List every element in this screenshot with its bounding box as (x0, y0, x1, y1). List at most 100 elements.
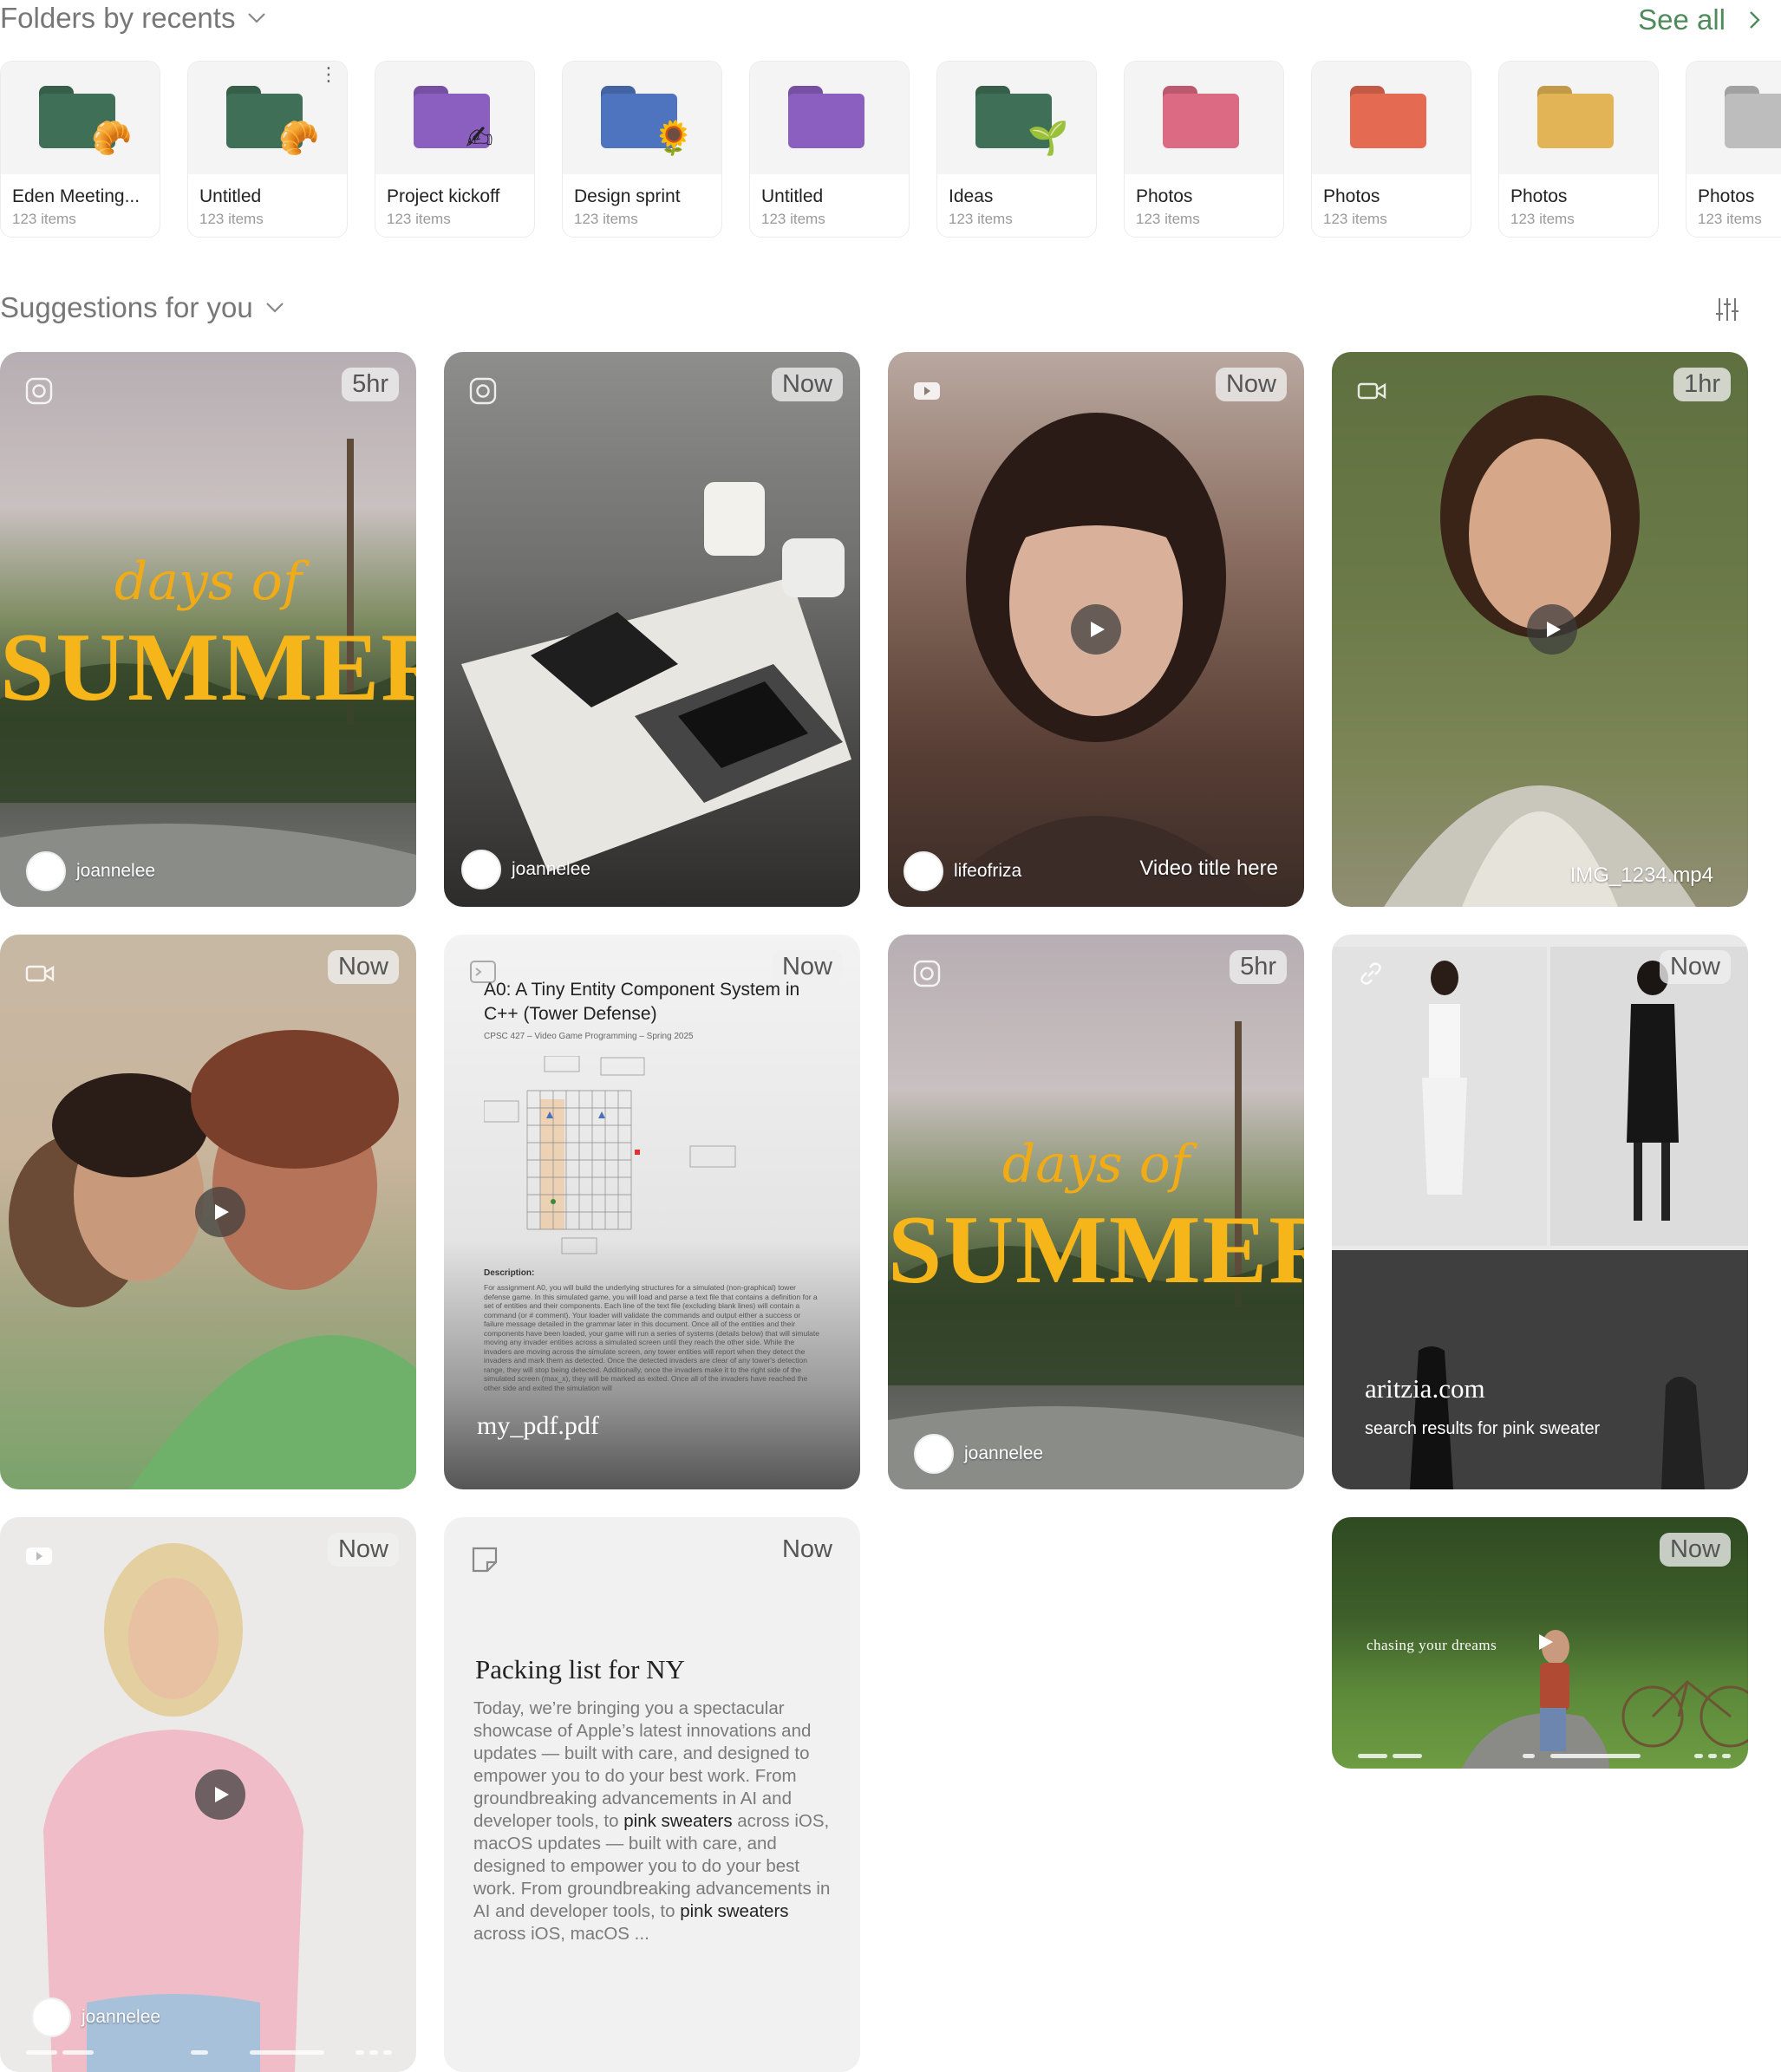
time-badge: 5hr (1230, 950, 1287, 984)
suggestion-card-video-portrait[interactable]: Now lifeofriza Video title here (888, 352, 1304, 907)
suggestion-card-web-link[interactable]: Now aritzia.com search results for pink … (1332, 935, 1748, 1489)
folder-item-count: 123 items (949, 211, 1013, 227)
folder-icon (788, 86, 864, 148)
play-button[interactable] (195, 1769, 245, 1820)
folder-thumbnail: 🥐 ⋮ (188, 62, 347, 174)
suggestions-title: Suggestions for you (0, 291, 253, 323)
user-row[interactable]: lifeofriza (904, 851, 1021, 891)
folder-name: Untitled (761, 186, 824, 206)
instagram-icon (469, 377, 497, 405)
play-button[interactable] (1527, 604, 1577, 655)
folders-header[interactable]: Folders by recents (0, 2, 268, 35)
folder-sticker-icon: ✍ (466, 121, 493, 157)
suggestion-card-video-landscape[interactable]: Now chasing your dreams (1332, 1517, 1748, 1769)
folder-card[interactable]: 🌱 Ideas 123 items (936, 61, 1097, 238)
filter-settings-icon[interactable] (1715, 296, 1739, 323)
note-icon (472, 1547, 498, 1573)
highlight-term: pink sweaters (623, 1811, 733, 1831)
carousel-indicator (26, 2050, 392, 2055)
avatar (914, 1434, 954, 1474)
time-badge: Now (1659, 1533, 1731, 1567)
pdf-subtitle: CPSC 427 – Video Game Programming – Spri… (484, 1032, 694, 1041)
play-button[interactable] (1071, 604, 1121, 655)
chevron-down-icon[interactable] (245, 7, 268, 29)
pdf-file-name: my_pdf.pdf (477, 1411, 599, 1440)
user-row[interactable]: joannelee (461, 850, 590, 889)
folder-card[interactable]: Photos 123 items (1498, 61, 1659, 238)
video-camera-icon (25, 965, 55, 982)
folder-name: Photos (1698, 186, 1755, 206)
instagram-icon (913, 960, 941, 987)
username: joannelee (964, 1443, 1044, 1463)
folder-item-count: 123 items (1136, 211, 1200, 227)
highlight-term: pink sweaters (680, 1901, 789, 1921)
suggestion-card-pdf[interactable]: Now A0: A Tiny Entity Component System i… (444, 935, 860, 1489)
user-row[interactable]: joannelee (26, 851, 155, 891)
folder-card[interactable]: Untitled 123 items (749, 61, 910, 238)
video-title: Video title here (1139, 857, 1278, 880)
summer-title-text: SUMMER (0, 614, 416, 721)
suggestion-card-summer[interactable]: 5hr days of SUMMER joannelee (0, 352, 416, 907)
suggestion-card-note[interactable]: Now Packing list for NY Today, we’re bri… (444, 1517, 860, 2072)
folder-sticker-icon: 🥐 (91, 121, 133, 157)
pdf-body-text: For assignment A0, you will build the un… (484, 1283, 819, 1392)
folder-card[interactable]: ✍ Project kickoff 123 items (375, 61, 535, 238)
folder-item-count: 123 items (12, 211, 76, 227)
see-all-link[interactable]: See all (1638, 3, 1762, 36)
folder-item-count: 123 items (574, 211, 638, 227)
folder-card[interactable]: 🥐 ⋮ Untitled 123 items (187, 61, 348, 238)
folder-thumbnail: ✍ (375, 62, 534, 174)
folder-thumbnail (750, 62, 909, 174)
user-row[interactable]: joannelee (914, 1434, 1043, 1474)
pdf-description-heading: Description: (484, 1268, 535, 1278)
chevron-down-icon[interactable] (264, 296, 286, 319)
time-badge: 1hr (1673, 368, 1731, 401)
see-all-label: See all (1638, 3, 1726, 36)
avatar (26, 851, 66, 891)
chevron-right-icon (1750, 11, 1760, 29)
suggestion-card-desk-photo[interactable]: Now joannelee (444, 352, 860, 907)
folder-icon (1350, 86, 1426, 148)
suggestion-card-video-friends[interactable]: Now (0, 935, 416, 1489)
folder-sticker-icon: 🌻 (653, 121, 695, 157)
suggestion-card-video-sweater[interactable]: Now joannelee (0, 1517, 416, 2072)
play-icon (1091, 622, 1105, 637)
folder-item-count: 123 items (1510, 211, 1575, 227)
web-thumbnail-graphic (1332, 947, 1748, 1489)
username: joannelee (76, 861, 156, 881)
file-name: IMG_1234.mp4 (1569, 863, 1713, 887)
folder-name: Eden Meeting... (12, 186, 140, 206)
pdf-grid-figure (484, 1056, 736, 1254)
folder-item-count: 123 items (761, 211, 825, 227)
folder-icon (1537, 86, 1614, 148)
folder-name: Photos (1510, 186, 1568, 206)
play-icon (215, 1204, 229, 1220)
pdf-title: A0: A Tiny Entity Component System in C+… (484, 980, 800, 1024)
folder-card[interactable]: Photos 123 items (1124, 61, 1284, 238)
folder-card[interactable]: Photos 123 items (1686, 61, 1781, 238)
folder-card[interactable]: 🥐 Eden Meeting... 123 items (0, 61, 160, 238)
suggestion-card-video-file[interactable]: 1hr IMG_1234.mp4 (1332, 352, 1748, 907)
suggestions-header[interactable]: Suggestions for you (0, 291, 286, 324)
folder-thumbnail (1125, 62, 1283, 174)
folder-card[interactable]: 🌻 Design sprint 123 items (562, 61, 722, 238)
summer-title-text: SUMMER (888, 1196, 1304, 1304)
play-button[interactable] (195, 1187, 245, 1237)
play-icon (1539, 1634, 1553, 1650)
play-button[interactable] (1519, 1617, 1569, 1667)
folder-item-count: 123 items (199, 211, 264, 227)
instagram-icon (25, 377, 53, 405)
folders-row: 🥐 Eden Meeting... 123 items 🥐 ⋮ Untitled 123 i… (0, 61, 1781, 238)
user-row[interactable]: joannelee (31, 1997, 160, 2037)
folder-icon (1725, 86, 1781, 148)
summer-script-text: days of (114, 551, 303, 612)
more-options-icon[interactable]: ⋮ (319, 65, 338, 84)
folder-name: Photos (1136, 186, 1193, 206)
folder-thumbnail: 🌱 (937, 62, 1096, 174)
time-badge: 5hr (342, 368, 399, 401)
folder-card[interactable]: Photos 123 items (1311, 61, 1471, 238)
suggestion-card-summer[interactable]: 5hr days of SUMMER joannelee (888, 935, 1304, 1489)
folder-thumbnail (1686, 62, 1781, 174)
folder-sticker-icon: 🌱 (1028, 121, 1069, 157)
time-badge: Now (1659, 950, 1731, 984)
